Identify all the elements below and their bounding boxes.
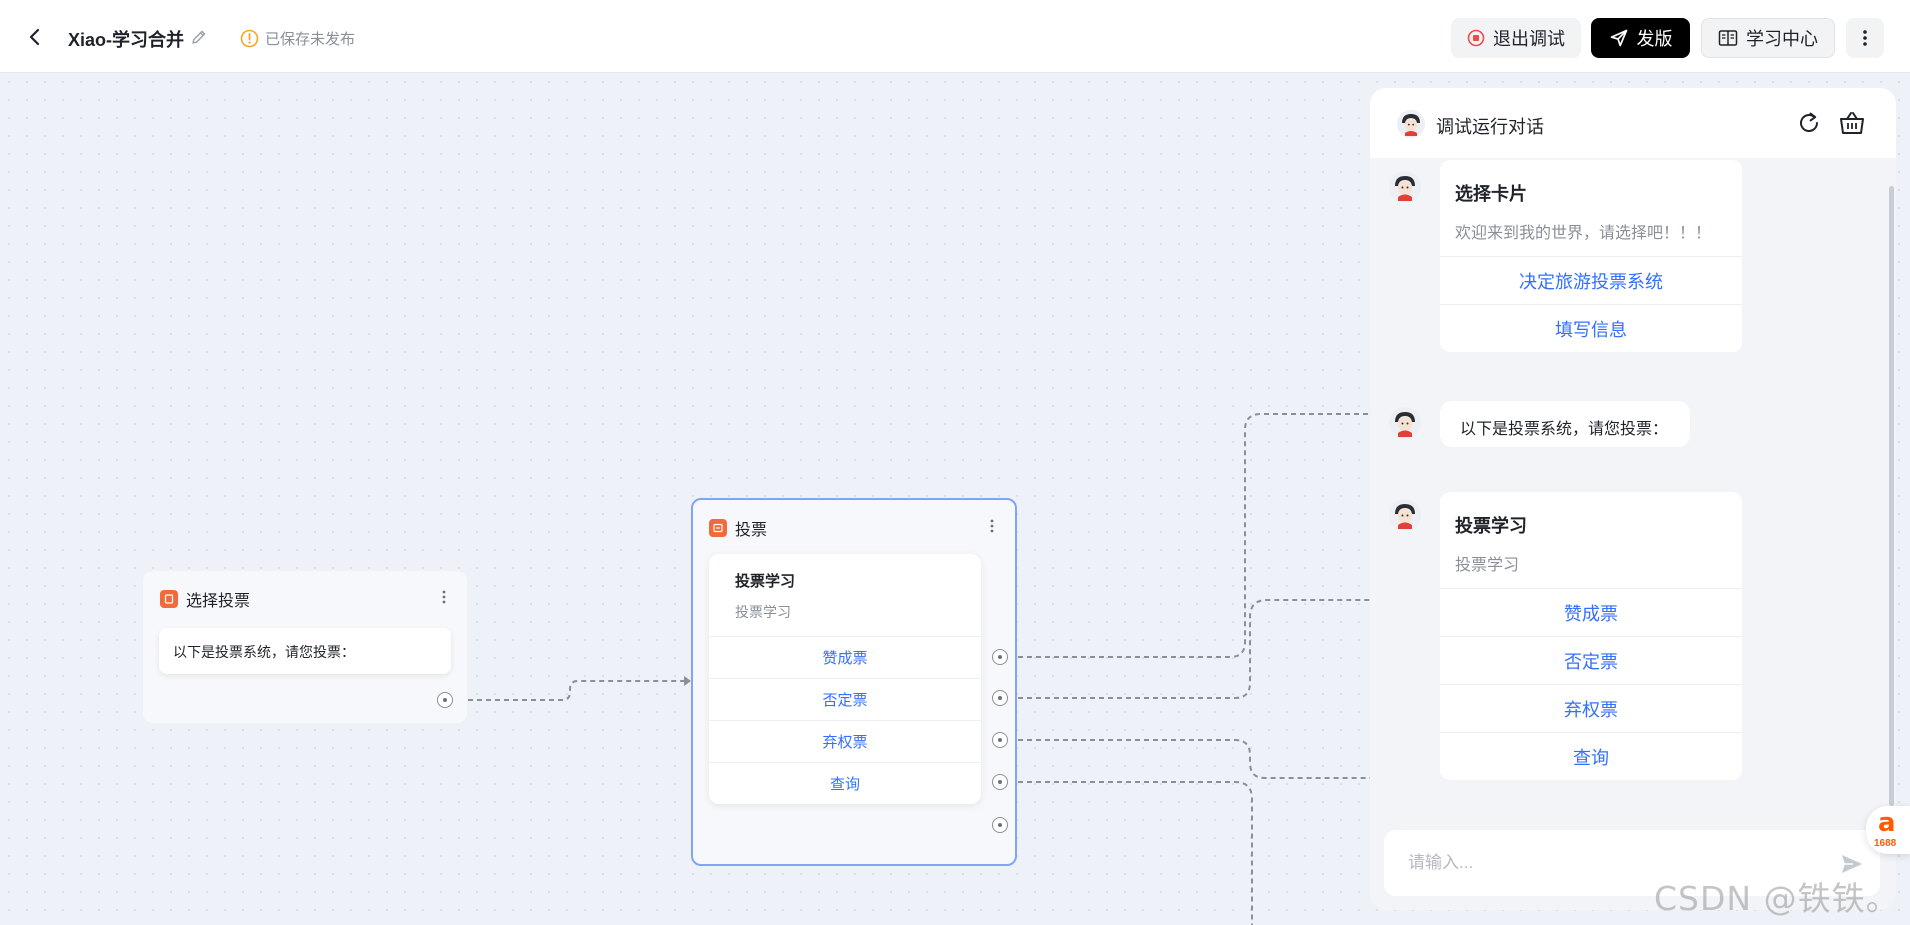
chat-card-title: 投票学习 xyxy=(1455,516,1527,536)
vote-option-abstain[interactable]: 弃权票 xyxy=(709,720,981,762)
publish-label: 发版 xyxy=(1636,29,1673,49)
chat-card-subtitle: 投票学习 xyxy=(1455,557,1520,574)
learning-center-label: 学习中心 xyxy=(1746,29,1818,49)
chat-text: 以下是投票系统，请您投票： xyxy=(1460,421,1669,438)
vote-card: 投票学习 投票学习 赞成票 否定票 弃权票 查询 xyxy=(709,554,981,804)
top-bar: Xiao-学习合并 已保存未发布 退出调试 发版 学习中心 xyxy=(0,0,1910,73)
bot-avatar-icon xyxy=(1389,407,1421,439)
warning-circle-icon xyxy=(240,29,259,48)
chat-option-query[interactable]: 查询 xyxy=(1440,732,1742,780)
save-status: 已保存未发布 xyxy=(240,28,355,49)
chat-option-abstain[interactable]: 弃权票 xyxy=(1440,684,1742,732)
node-menu-icon[interactable] xyxy=(441,589,447,605)
csdn-watermark: CSDN @铁铁。 xyxy=(1654,879,1900,918)
logo-number: 1688 xyxy=(1874,838,1897,849)
chat-option-travel-vote[interactable]: 决定旅游投票系统 xyxy=(1440,256,1742,304)
chat-card-subtitle: 欢迎来到我的世界，请选择吧！！！ xyxy=(1455,225,1712,242)
more-options-button[interactable] xyxy=(1846,18,1884,58)
vote-node[interactable]: 投票 投票学习 投票学习 赞成票 否定票 弃权票 查询 xyxy=(691,498,1017,866)
chat-option-fill-info[interactable]: 填写信息 xyxy=(1440,304,1742,352)
app-title: Xiao-学习合并 xyxy=(68,30,185,50)
output-port[interactable] xyxy=(437,692,453,708)
chat-card-title: 选择卡片 xyxy=(1455,184,1527,204)
logo-glyph: a xyxy=(1878,808,1896,838)
exit-debug-button[interactable]: 退出调试 xyxy=(1451,18,1581,58)
select-vote-node[interactable]: 选择投票 以下是投票系统，请您投票： xyxy=(143,571,467,723)
debug-panel-title: 调试运行对话 xyxy=(1436,117,1544,137)
node-type-icon xyxy=(709,519,727,537)
vote-option-query[interactable]: 查询 xyxy=(709,762,981,804)
node-header: 选择投票 xyxy=(160,587,250,611)
node-menu-icon[interactable] xyxy=(989,518,995,534)
vote-card-title: 投票学习 xyxy=(735,573,796,590)
bot-avatar-icon xyxy=(1397,110,1425,138)
save-status-text: 已保存未发布 xyxy=(265,31,356,48)
chat-text-message: 以下是投票系统，请您投票： xyxy=(1440,401,1690,447)
node-message: 以下是投票系统，请您投票： xyxy=(159,628,451,674)
exit-debug-label: 退出调试 xyxy=(1493,29,1565,49)
clear-basket-icon[interactable] xyxy=(1838,109,1866,137)
debug-chat-panel: 调试运行对话 选择卡片 欢迎来到我的世界，请选择吧！！！ 决定旅游投票系统 填写… xyxy=(1370,88,1896,910)
node-type-icon xyxy=(160,590,178,608)
output-port-approve[interactable] xyxy=(992,649,1008,665)
vote-card-subtitle: 投票学习 xyxy=(735,604,791,620)
send-plane-icon xyxy=(1610,29,1627,47)
chat-scrollbar[interactable] xyxy=(1889,186,1894,806)
book-icon xyxy=(1718,30,1738,46)
more-vertical-icon xyxy=(1863,30,1867,46)
output-port-query[interactable] xyxy=(992,774,1008,790)
back-arrow-icon[interactable] xyxy=(22,24,48,50)
debug-panel-header: 调试运行对话 xyxy=(1370,88,1896,158)
edit-pencil-icon[interactable] xyxy=(190,28,208,46)
vote-option-approve[interactable]: 赞成票 xyxy=(709,636,981,678)
node-title: 选择投票 xyxy=(186,593,251,610)
chat-option-reject[interactable]: 否定票 xyxy=(1440,636,1742,684)
chat-card-vote: 投票学习 投票学习 赞成票 否定票 弃权票 查询 xyxy=(1440,492,1742,780)
bot-avatar-icon xyxy=(1389,171,1421,203)
chat-card-select: 选择卡片 欢迎来到我的世界，请选择吧！！！ 决定旅游投票系统 填写信息 xyxy=(1440,160,1742,352)
node-title: 投票 xyxy=(735,522,768,539)
output-port-abstain[interactable] xyxy=(992,732,1008,748)
vote-option-reject[interactable]: 否定票 xyxy=(709,678,981,720)
output-port-reject[interactable] xyxy=(992,690,1008,706)
stop-circle-icon xyxy=(1467,29,1485,47)
output-port-default[interactable] xyxy=(992,817,1008,833)
refresh-icon[interactable] xyxy=(1796,110,1822,136)
bot-avatar-icon xyxy=(1389,499,1421,531)
floating-1688-logo[interactable]: a 1688 xyxy=(1866,806,1910,854)
publish-button[interactable]: 发版 xyxy=(1591,18,1690,58)
learning-center-button[interactable]: 学习中心 xyxy=(1701,18,1835,58)
node-header: 投票 xyxy=(709,516,767,540)
chat-option-approve[interactable]: 赞成票 xyxy=(1440,588,1742,636)
